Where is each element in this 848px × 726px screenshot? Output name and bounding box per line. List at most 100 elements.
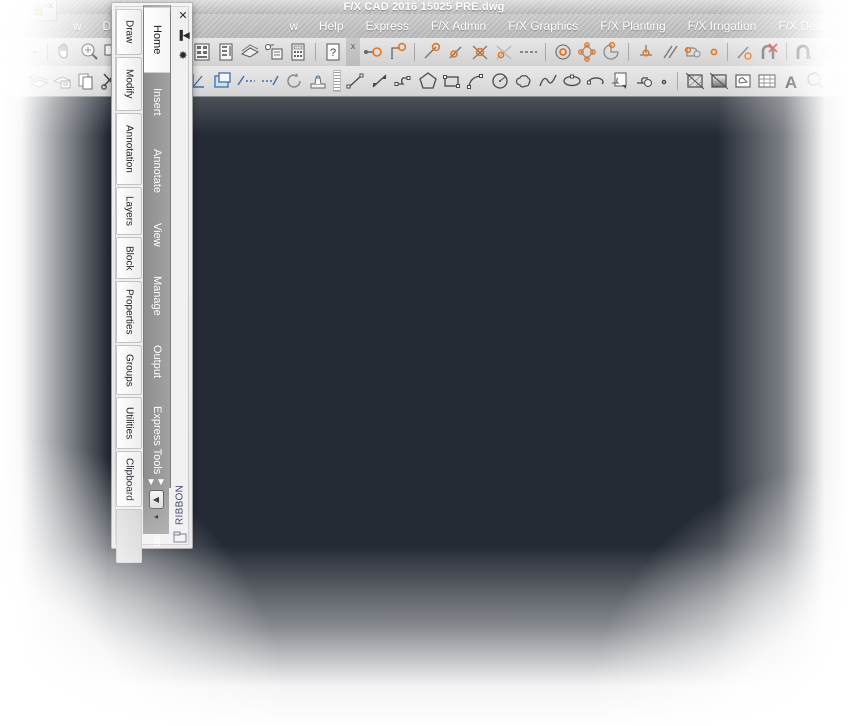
insert-block-icon[interactable] xyxy=(609,70,631,92)
ribbon-tray-icon[interactable] xyxy=(172,530,188,544)
toolbar-overflow-icon[interactable]: x xyxy=(346,38,360,66)
sheet-set-icon[interactable] xyxy=(239,41,261,63)
point-icon[interactable] xyxy=(657,70,671,92)
ribbon-panel-groups[interactable]: Groups xyxy=(116,345,142,395)
geo-fix-icon[interactable] xyxy=(635,41,657,63)
menu-item-fx-planting[interactable]: F/X Planting xyxy=(589,14,676,38)
qat-overflow-icon[interactable]: x xyxy=(48,0,53,10)
menu-item-fx-details[interactable]: F/X Details xyxy=(767,14,848,38)
geo-parallel2-icon[interactable] xyxy=(659,41,681,63)
menu-item-window[interactable]: w xyxy=(278,14,307,38)
quick-access-toolbar: x xyxy=(0,0,57,21)
revision-cloud-icon[interactable] xyxy=(513,70,535,92)
ribbon-scroll-footer: ▼▼ ◀ ◂ xyxy=(143,478,169,534)
ribbon-panel-utilities[interactable]: Utilities xyxy=(116,397,142,449)
geo-coincident-icon[interactable] xyxy=(362,41,384,63)
dock-left-icon[interactable]: ▐◀ xyxy=(174,25,192,45)
arc-icon[interactable] xyxy=(465,70,487,92)
autoconstrain-icon[interactable] xyxy=(734,41,756,63)
menu-item-view[interactable]: w xyxy=(62,14,91,38)
ribbon-panel-block[interactable]: Block xyxy=(116,237,142,279)
measure-icon[interactable] xyxy=(828,70,848,92)
ribbon-panel-layers[interactable]: Layers xyxy=(116,187,142,235)
geo-perpendicular-icon[interactable] xyxy=(469,41,491,63)
pan-icon[interactable] xyxy=(54,41,76,63)
help-icon[interactable]: ? xyxy=(322,41,344,63)
menu-item-help[interactable]: Help xyxy=(308,14,355,38)
make-block-icon[interactable] xyxy=(633,70,655,92)
geo-parallel-icon[interactable] xyxy=(445,41,467,63)
geo-tangent-icon[interactable] xyxy=(421,41,443,63)
blocks-palette-icon[interactable] xyxy=(263,41,285,63)
properties-palette-icon[interactable] xyxy=(215,41,237,63)
ribbon-tab-output[interactable]: Output xyxy=(144,331,170,393)
ellipse-arc-icon[interactable] xyxy=(585,70,607,92)
redo-dropdown-icon[interactable] xyxy=(29,41,41,63)
ribbon-panel-properties[interactable]: Properties xyxy=(116,281,142,343)
menu-item-express[interactable]: Express xyxy=(355,14,420,38)
geo-colinear2-icon[interactable] xyxy=(683,41,705,63)
ribbon-panel-clipboard[interactable]: Clipboard xyxy=(116,451,142,507)
zoom-find-icon[interactable] xyxy=(804,70,826,92)
ellipse-icon[interactable] xyxy=(561,70,583,92)
constraint-settings-icon[interactable] xyxy=(841,41,848,63)
rotate-icon[interactable] xyxy=(283,70,305,92)
geo-smooth-icon[interactable] xyxy=(600,41,622,63)
dim-break2-icon[interactable] xyxy=(259,70,281,92)
3d-box-icon[interactable] xyxy=(817,41,839,63)
polygon-icon[interactable] xyxy=(417,70,439,92)
dim-box-icon[interactable] xyxy=(211,70,233,92)
zoom-realtime-icon[interactable] xyxy=(78,41,100,63)
floating-ribbon-panel[interactable]: Draw Modify Annotation Layers Block Prop… xyxy=(111,2,193,563)
ribbon-panel-annotation[interactable]: Annotation xyxy=(116,113,142,185)
line-icon[interactable] xyxy=(345,70,367,92)
workspace-icon[interactable] xyxy=(191,41,213,63)
spline-icon[interactable] xyxy=(537,70,559,92)
geo-equal-icon[interactable] xyxy=(517,41,539,63)
ribbon-tab-view[interactable]: View xyxy=(144,209,170,261)
plot-stamp-icon[interactable] xyxy=(307,70,329,92)
menu-item-fx-graphics[interactable]: F/X Graphics xyxy=(497,14,589,38)
close-icon[interactable]: ✕ xyxy=(174,5,192,25)
ribbon-window-controls: ✕ ▐◀ ✸ xyxy=(174,5,192,65)
menu-item-fx-admin[interactable]: F/X Admin xyxy=(420,14,497,38)
redo-icon[interactable] xyxy=(5,41,27,63)
region-icon[interactable] xyxy=(732,70,754,92)
ribbon-expand-knob-icon[interactable]: ◀ xyxy=(148,490,164,509)
polyline-icon[interactable] xyxy=(393,70,415,92)
ribbon-panel-modify[interactable]: Modify xyxy=(116,57,142,111)
ribbon-scroll-down-icon[interactable]: ▼▼ xyxy=(146,478,166,488)
text-icon[interactable]: A xyxy=(780,70,802,92)
geo-horizontal-icon[interactable] xyxy=(493,41,515,63)
toolbar-separator xyxy=(677,72,678,90)
ribbon-tab-manage[interactable]: Manage xyxy=(144,261,170,331)
calculator-icon[interactable] xyxy=(287,41,309,63)
rectangle-icon[interactable] xyxy=(441,70,463,92)
geo-symmetric-icon[interactable] xyxy=(576,41,598,63)
gradient-icon[interactable] xyxy=(708,70,730,92)
toolbar-grip[interactable] xyxy=(333,70,341,92)
copy-icon[interactable] xyxy=(75,70,97,92)
menu-item-fx-irrigation[interactable]: F/X Irrigation xyxy=(677,14,768,38)
layer-new-icon[interactable] xyxy=(27,70,49,92)
layer-previous-icon[interactable] xyxy=(3,70,25,92)
ribbon-tab-home[interactable]: Home xyxy=(144,7,170,73)
hatch-icon[interactable] xyxy=(684,70,706,92)
ribbon-options-arrow-icon[interactable]: ◂ xyxy=(154,512,158,521)
geo-concentric-icon[interactable] xyxy=(552,41,574,63)
constraint-hide-icon[interactable] xyxy=(758,41,780,63)
ribbon-tab-insert[interactable]: Insert xyxy=(144,71,170,133)
geo-point-icon[interactable] xyxy=(707,41,721,63)
options-icon[interactable]: ✸ xyxy=(174,45,192,65)
geo-collinear-icon[interactable] xyxy=(386,41,408,63)
dim-break-icon[interactable] xyxy=(235,70,257,92)
ribbon-tab-annotate[interactable]: Annotate xyxy=(144,133,170,209)
table-icon[interactable] xyxy=(756,70,778,92)
layer-properties-icon[interactable] xyxy=(51,70,73,92)
ribbon-panel-draw[interactable]: Draw xyxy=(116,9,142,55)
ribbon-tab-express-tools[interactable]: Express Tools xyxy=(144,393,170,487)
constraint-show-icon[interactable] xyxy=(793,41,815,63)
unlock-layer-icon[interactable] xyxy=(3,2,27,18)
construction-line-icon[interactable] xyxy=(369,70,391,92)
circle-icon[interactable] xyxy=(489,70,511,92)
